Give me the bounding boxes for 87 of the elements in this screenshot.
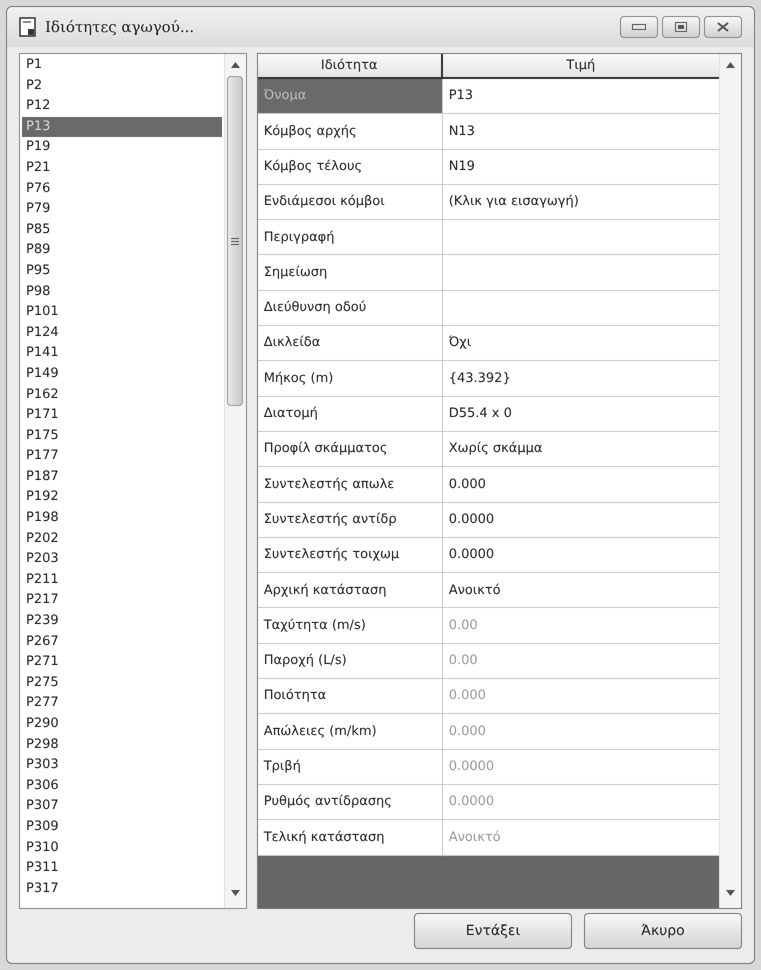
list-item[interactable]: P275 — [22, 672, 222, 694]
list-item[interactable]: P177 — [22, 446, 222, 467]
column-header[interactable]: Ιδιότητα — [258, 54, 443, 77]
list-item[interactable]: P306 — [22, 776, 222, 796]
list-item[interactable]: P1 — [22, 55, 222, 76]
value-cell[interactable]: P13 — [442, 79, 719, 114]
list-item[interactable]: P76 — [22, 178, 222, 200]
list-item[interactable]: P202 — [22, 528, 222, 550]
value-cell[interactable]: Ανοικτό — [442, 573, 719, 608]
list-item[interactable]: P162 — [22, 384, 222, 406]
list-item[interactable]: P19 — [22, 137, 222, 158]
property-cell[interactable]: Συντελεστής τοιχωμ — [258, 538, 443, 572]
value-cell[interactable]: N19 — [442, 150, 719, 184]
value-cell[interactable]: 0.000 — [442, 467, 719, 502]
list-item[interactable]: P317 — [22, 878, 222, 900]
value-cell[interactable]: N13 — [442, 114, 719, 149]
list-item[interactable]: P203 — [22, 549, 222, 570]
column-header[interactable]: Τιμή — [442, 54, 719, 77]
scroll-down-icon[interactable] — [726, 890, 735, 896]
scrollbar-thumb[interactable] — [227, 76, 244, 406]
value-cell[interactable]: Χωρίς σκάμμα — [442, 432, 719, 466]
list-item[interactable]: P307 — [22, 796, 222, 817]
property-cell[interactable]: Ενδιάμεσοι κόμβοι — [258, 184, 443, 220]
list-item[interactable]: P267 — [22, 632, 222, 652]
property-cell[interactable]: Περιγραφή — [258, 220, 443, 254]
list-item[interactable]: P98 — [22, 282, 222, 302]
list-item[interactable]: P198 — [22, 508, 222, 529]
list-item[interactable]: P311 — [22, 858, 222, 879]
list-item[interactable]: P21 — [22, 158, 222, 179]
property-cell[interactable]: Μήκος (m) — [258, 361, 443, 396]
scrollbar[interactable] — [719, 54, 741, 908]
list-item[interactable]: P101 — [22, 302, 222, 323]
maximize-icon — [675, 22, 687, 32]
scroll-up-icon[interactable] — [230, 62, 240, 68]
value-cell[interactable]: (Κλικ για εισαγωγή) — [442, 184, 719, 220]
value-cell[interactable]: 0.0000 — [442, 538, 719, 572]
close-icon — [717, 22, 729, 32]
cancel-button[interactable]: Άκυρο — [584, 913, 742, 949]
list-item[interactable]: P217 — [22, 590, 222, 612]
list-item[interactable]: P310 — [22, 838, 222, 858]
list-item[interactable]: P298 — [22, 734, 222, 756]
window-title: Ιδιότητες αγωγού... — [45, 16, 194, 38]
scroll-up-icon[interactable] — [726, 62, 735, 68]
close-button[interactable] — [704, 16, 742, 38]
list-item[interactable]: P187 — [22, 466, 222, 488]
maximize-button[interactable] — [662, 16, 700, 38]
list-item[interactable]: P192 — [22, 487, 222, 508]
property-cell[interactable]: Αρχική κατάσταση — [258, 573, 443, 608]
value-cell[interactable]: 0.0000 — [442, 502, 719, 537]
list-item[interactable]: P79 — [22, 199, 222, 220]
property-cell[interactable]: Συντελεστής απωλε — [258, 467, 443, 502]
list-item[interactable]: P124 — [22, 322, 222, 344]
list-item[interactable]: P309 — [22, 816, 222, 838]
minimize-icon — [632, 24, 646, 30]
list-item[interactable]: P2 — [22, 76, 222, 96]
scroll-down-icon[interactable] — [230, 890, 240, 896]
value-cell[interactable]: {43.392} — [442, 361, 719, 396]
list-item[interactable]: P89 — [22, 240, 222, 261]
list-item[interactable]: P149 — [22, 364, 222, 384]
ok-button[interactable]: Εντάξει — [414, 913, 572, 949]
list-item[interactable]: P12 — [22, 96, 222, 117]
list-item[interactable]: P141 — [22, 343, 222, 364]
list-item[interactable]: P277 — [22, 693, 222, 714]
value-cell[interactable]: Όχι — [442, 326, 719, 360]
value-cell[interactable]: D55.4 x 0 — [442, 396, 719, 431]
list-item[interactable]: P13 — [22, 116, 222, 138]
list-item[interactable]: P85 — [22, 220, 222, 240]
list-item[interactable]: P271 — [22, 652, 222, 673]
property-cell[interactable]: Διατομή — [258, 396, 443, 431]
property-cell[interactable]: Σημείωση — [258, 255, 443, 290]
scrollbar[interactable] — [224, 54, 246, 908]
property-cell[interactable]: Κόμβος αρχής — [258, 114, 443, 149]
property-cell[interactable]: Προφίλ σκάμματος — [258, 432, 443, 466]
list-item[interactable]: P175 — [22, 426, 222, 446]
property-cell[interactable]: Κόμβος τέλους — [258, 150, 443, 184]
document-icon — [19, 17, 37, 37]
minimize-button[interactable] — [620, 16, 658, 38]
property-cell[interactable]: Δικλείδα — [258, 326, 443, 360]
list-item[interactable]: P290 — [22, 714, 222, 735]
list-item[interactable]: P211 — [22, 570, 222, 590]
grip-icon — [231, 238, 240, 244]
list-item[interactable]: P171 — [22, 405, 222, 426]
list-item[interactable]: P239 — [22, 611, 222, 632]
property-cell[interactable]: Συντελεστής αντίδρ — [258, 502, 443, 537]
list-item[interactable]: P303 — [22, 755, 222, 776]
property-cell[interactable]: Διεύθυνση οδού — [258, 290, 443, 326]
list-item[interactable]: P95 — [22, 260, 222, 282]
